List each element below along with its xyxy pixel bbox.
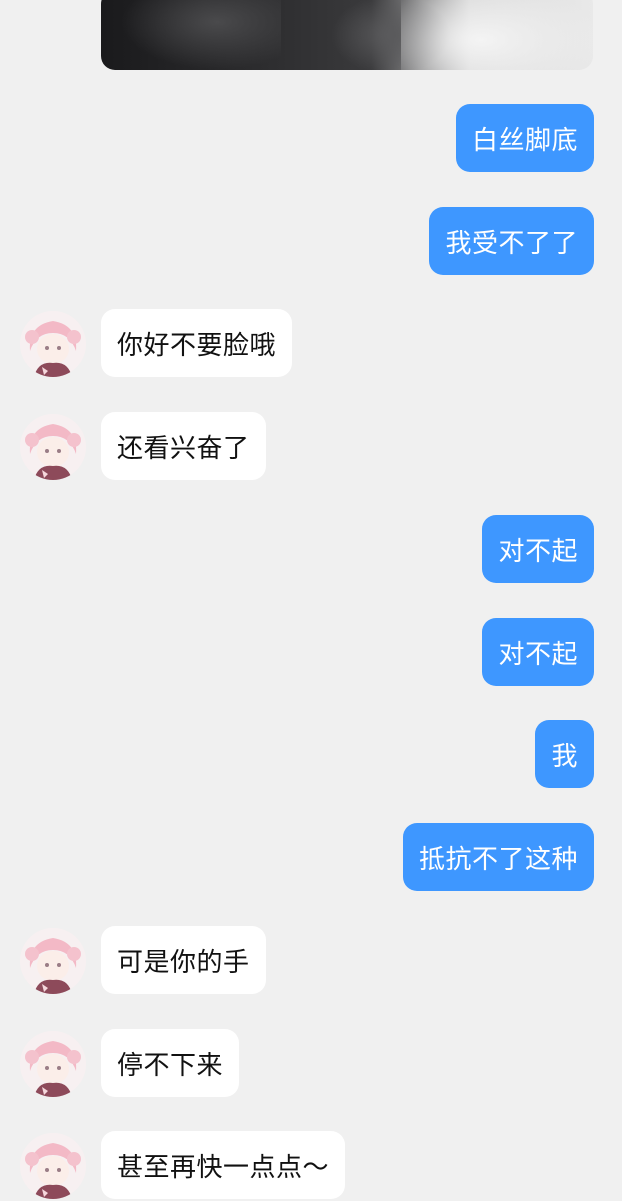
avatar[interactable] [20,1031,86,1097]
anime-girl-avatar-icon [20,1133,86,1199]
avatar[interactable] [20,928,86,994]
chat-view: 白丝脚底 我受不了了 你好不要脸哦 还看兴奋了 对不起 对不起 我 抵抗不了这种… [0,0,622,1200]
image-message[interactable] [101,0,593,70]
anime-girl-avatar-icon [20,311,86,377]
message-row-incoming: 甚至再快一点点～ [0,1131,622,1201]
outgoing-message-bubble[interactable]: 白丝脚底 [455,104,594,172]
message-row-outgoing: 白丝脚底 [0,104,622,174]
avatar[interactable] [20,311,86,377]
message-row-outgoing: 我 [0,720,622,790]
incoming-message-bubble[interactable]: 还看兴奋了 [101,412,266,480]
message-row-outgoing: 我受不了了 [0,207,622,277]
outgoing-message-bubble[interactable]: 对不起 [482,515,594,583]
message-row-outgoing: 抵抗不了这种 [0,823,622,893]
anime-girl-avatar-icon [20,414,86,480]
message-row-outgoing: 对不起 [0,618,622,688]
outgoing-message-bubble[interactable]: 我受不了了 [429,207,594,275]
incoming-message-bubble[interactable]: 你好不要脸哦 [101,309,293,377]
outgoing-message-bubble[interactable]: 抵抗不了这种 [402,823,594,891]
outgoing-message-bubble[interactable]: 我 [535,720,594,788]
anime-girl-avatar-icon [20,928,86,994]
image-shade [401,0,593,70]
message-row-incoming: 停不下来 [0,1029,622,1099]
message-row-incoming: 还看兴奋了 [0,412,622,482]
incoming-message-bubble[interactable]: 可是你的手 [101,926,266,994]
image-shade [121,0,281,70]
incoming-message-bubble[interactable]: 甚至再快一点点～ [101,1131,346,1199]
avatar[interactable] [20,414,86,480]
incoming-message-bubble[interactable]: 停不下来 [101,1029,240,1097]
anime-girl-avatar-icon [20,1031,86,1097]
outgoing-message-bubble[interactable]: 对不起 [482,618,594,686]
message-row-incoming: 你好不要脸哦 [0,309,622,379]
message-row-outgoing: 对不起 [0,515,622,585]
message-row-incoming: 可是你的手 [0,926,622,996]
avatar[interactable] [20,1133,86,1199]
